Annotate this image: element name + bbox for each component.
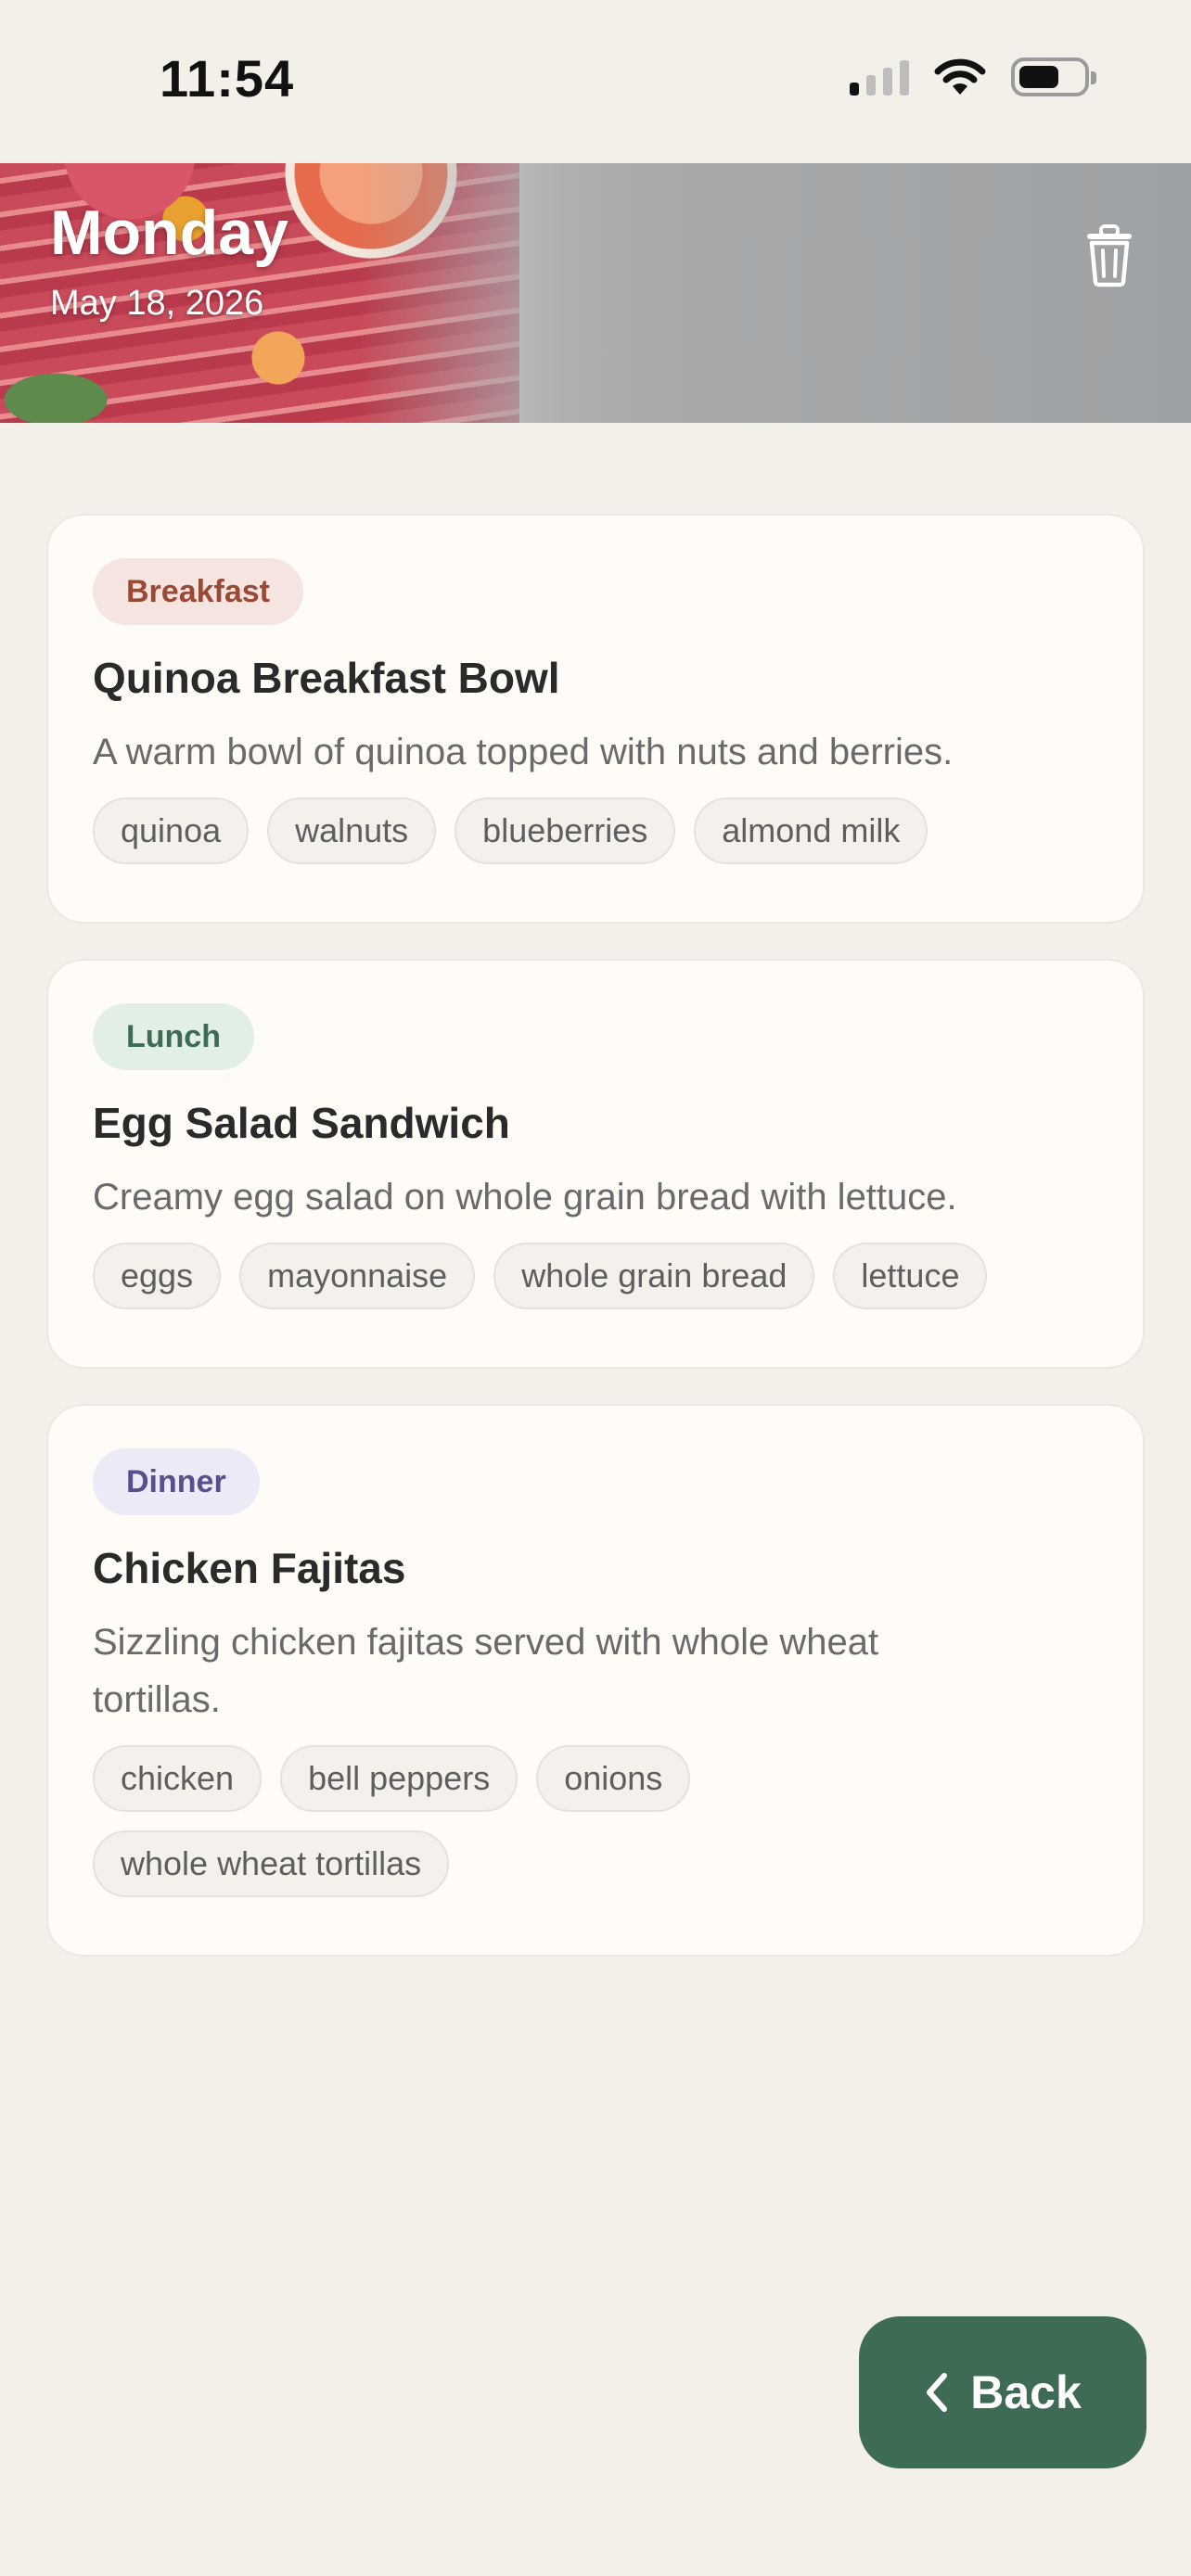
meal-card-dinner[interactable]: Dinner Chicken Fajitas Sizzling chicken … bbox=[46, 1404, 1145, 1957]
meal-card-lunch[interactable]: Lunch Egg Salad Sandwich Creamy egg sala… bbox=[46, 959, 1145, 1369]
meal-card-breakfast[interactable]: Breakfast Quinoa Breakfast Bowl A warm b… bbox=[46, 514, 1145, 924]
chevron-left-icon bbox=[927, 2373, 948, 2412]
meal-description: A warm bowl of quinoa topped with nuts a… bbox=[93, 732, 954, 772]
ingredient-tag: whole wheat tortillas bbox=[93, 1830, 450, 1897]
meal-description: Creamy egg salad on whole grain bread wi… bbox=[93, 1177, 957, 1218]
ingredient-tags: eggs mayonnaise whole grain bread lettuc… bbox=[93, 1243, 1098, 1309]
meal-title: Egg Salad Sandwich bbox=[93, 1099, 510, 1147]
meal-description: Sizzling chicken fajitas served with who… bbox=[93, 1622, 879, 1720]
ingredient-tag: lettuce bbox=[833, 1243, 988, 1309]
day-title: Monday bbox=[50, 198, 288, 268]
back-button[interactable]: Back bbox=[859, 2316, 1146, 2468]
ingredient-tag: walnuts bbox=[267, 797, 437, 864]
ingredient-tag: whole grain bread bbox=[493, 1243, 815, 1309]
ingredient-tag: mayonnaise bbox=[239, 1243, 476, 1309]
meal-type-badge: Breakfast bbox=[93, 558, 303, 625]
status-time: 11:54 bbox=[160, 49, 295, 108]
ingredient-tag: chicken bbox=[93, 1745, 263, 1812]
back-button-label: Back bbox=[970, 2366, 1082, 2418]
meal-type-badge: Dinner bbox=[93, 1448, 260, 1515]
trash-icon[interactable] bbox=[1083, 223, 1135, 287]
ingredient-tag: bell peppers bbox=[280, 1745, 519, 1812]
ingredient-tag: almond milk bbox=[694, 797, 928, 864]
day-date: May 18, 2026 bbox=[50, 284, 264, 323]
ingredient-tag: onions bbox=[536, 1745, 691, 1812]
ingredient-tag: blueberries bbox=[455, 797, 676, 864]
ingredient-tags: quinoa walnuts blueberries almond milk bbox=[93, 797, 1098, 864]
meal-title: Chicken Fajitas bbox=[93, 1544, 406, 1592]
cellular-signal-icon bbox=[850, 58, 909, 96]
status-bar: 11:54 bbox=[0, 0, 1191, 163]
ingredient-tag: quinoa bbox=[93, 797, 250, 864]
meal-title: Quinoa Breakfast Bowl bbox=[93, 654, 560, 702]
ingredient-tags: chicken bell peppers onions whole wheat … bbox=[93, 1745, 798, 1897]
day-header: Monday May 18, 2026 bbox=[0, 163, 1191, 423]
status-icons bbox=[850, 57, 1096, 96]
battery-icon bbox=[1011, 57, 1096, 96]
wifi-icon bbox=[934, 58, 986, 95]
ingredient-tag: eggs bbox=[93, 1243, 222, 1309]
meal-type-badge: Lunch bbox=[93, 1003, 254, 1070]
